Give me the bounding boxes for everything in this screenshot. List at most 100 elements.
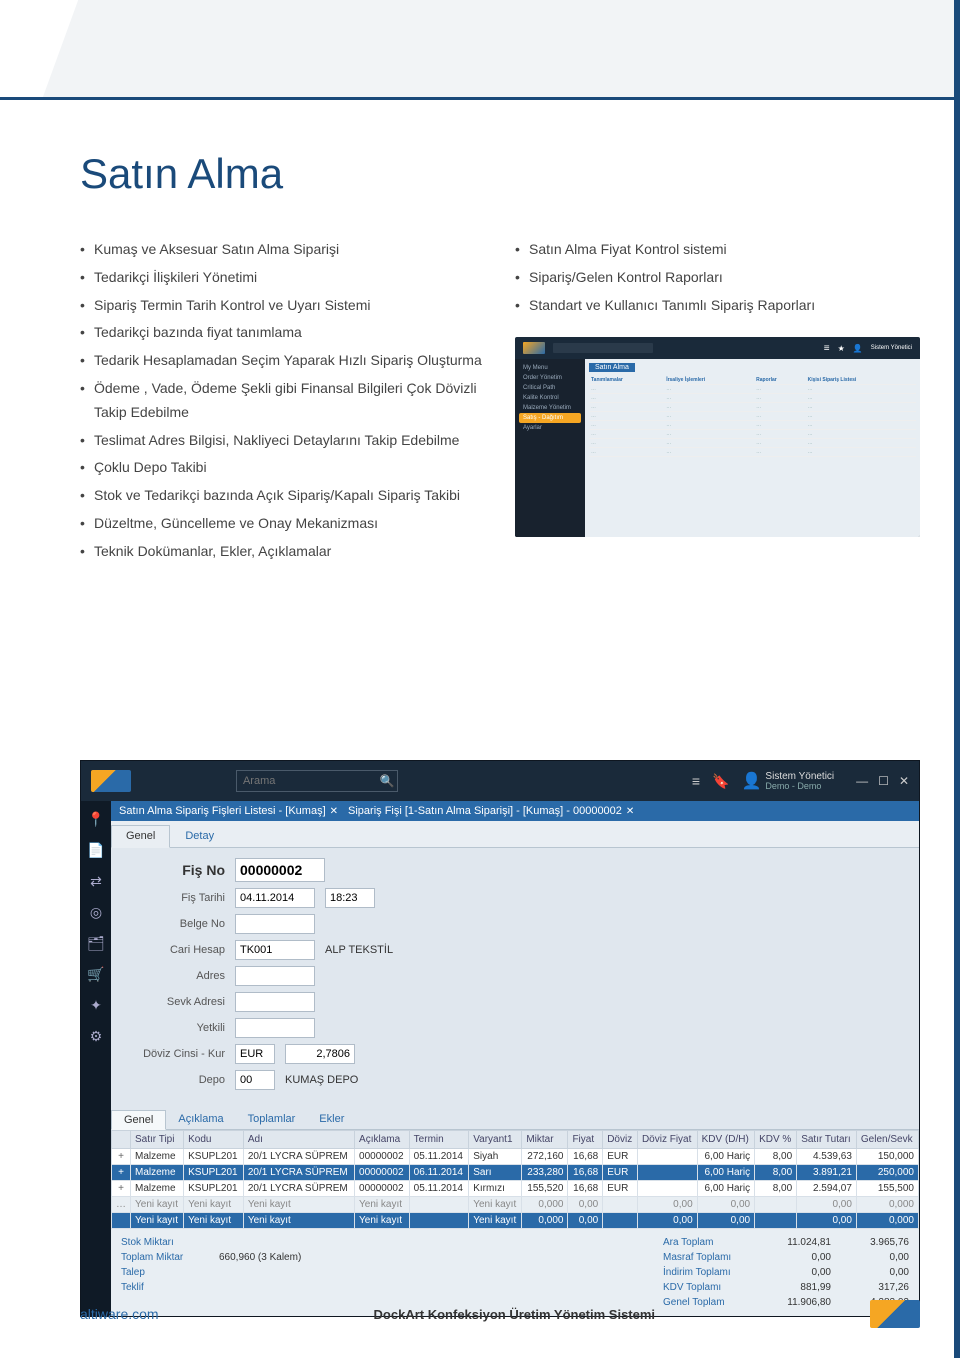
user-name: Sistem Yönetici [765,771,834,782]
cari-ad: ALP TEKSTİL [325,944,393,956]
cari-kod-input[interactable] [235,940,315,960]
search-input[interactable] [237,775,377,787]
search-icon[interactable]: 🔍 [377,774,397,788]
feature-item: Standart ve Kullanıcı Tanımlı Sipariş Ra… [515,294,920,318]
table-row-new[interactable]: Yeni kayıtYeni kayıtYeni kayıtYeni kayıt… [112,1213,919,1229]
sidebar-item[interactable]: Order Yönetim [519,373,581,383]
breadcrumb: Satın Alma [589,363,635,372]
toplam-value: 660,960 (3 Kalem) [219,1250,301,1265]
sidebar-item[interactable]: My Menu [519,363,581,373]
tab-aciklama[interactable]: Açıklama [166,1110,235,1129]
depo-kod-input[interactable] [235,1070,275,1090]
sevk-label: Sevk Adresi [125,996,225,1008]
sidebar-item[interactable]: Ayarlar [519,423,581,433]
depo-ad: KUMAŞ DEPO [285,1074,358,1086]
fis-saat-input[interactable] [325,888,375,908]
star-icon[interactable] [838,344,845,353]
material-icon[interactable]: 🗂 [87,935,105,952]
menu-icon[interactable] [824,343,830,354]
doviz-kod-input[interactable] [235,1044,275,1064]
feature-item: Satın Alma Fiyat Kontrol sistemi [515,238,920,262]
sales-icon[interactable]: ✦ [90,997,102,1014]
column-header[interactable]: Kodu [184,1131,244,1149]
tab-toplamlar[interactable]: Toplamlar [236,1110,308,1129]
tab-detay[interactable]: Detay [170,825,229,847]
fis-no-input[interactable] [235,858,325,882]
doviz-label: Döviz Cinsi - Kur [125,1048,225,1060]
tab-genel[interactable]: Genel [111,825,170,848]
path-icon[interactable]: ⇄ [90,873,102,890]
tab-genel2[interactable]: Genel [111,1110,166,1130]
cart-icon[interactable]: 🛒 [87,966,104,983]
tab-ekler[interactable]: Ekler [307,1110,356,1129]
feature-item: Ödeme , Vade, Ödeme Şekli gibi Finansal … [80,377,485,425]
column-header[interactable]: Adı [243,1131,354,1149]
column-header[interactable]: Döviz Fiyat [637,1131,697,1149]
table-row[interactable]: +MalzemeKSUPL20120/1 LYCRA SÜPREM0000000… [112,1181,919,1197]
close-icon[interactable]: ✕ [626,806,634,817]
bookmark-icon[interactable]: 🔖 [712,773,729,790]
table-row-new[interactable]: …Yeni kayıtYeni kayıtYeni kayıtYeni kayı… [112,1197,919,1213]
table-row[interactable]: +MalzemeKSUPL20120/1 LYCRA SÜPREM0000000… [112,1149,919,1165]
feature-item: Düzeltme, Güncelleme ve Onay Mekanizması [80,512,485,536]
sidebar-item[interactable]: Critical Path [519,383,581,393]
table-row[interactable]: +MalzemeKSUPL20120/1 LYCRA SÜPREM0000000… [112,1165,919,1181]
feature-item: Tedarikçi İlişkileri Yönetimi [80,266,485,290]
menu-icon[interactable]: ≡ [692,773,700,789]
column-header[interactable]: Gelen/Sevk [856,1131,918,1149]
search-box[interactable]: 🔍 [236,770,398,792]
column-header[interactable]: Satır Tipi [131,1131,184,1149]
column-header[interactable]: Satır Tutarı [797,1131,857,1149]
sidebar[interactable]: My MenuOrder YönetimCritical PathKalite … [515,359,585,537]
column-header[interactable]: KDV % [755,1131,797,1149]
column-header[interactable]: Döviz [603,1131,638,1149]
feature-list-right: Satın Alma Fiyat Kontrol sistemiSipariş/… [515,238,920,317]
page-title: Satın Alma [80,150,920,198]
total-row: İndirim Toplamı0,000,00 [663,1265,909,1280]
feature-item: Tedarikçi bazında fiyat tanımlama [80,321,485,345]
footer-logo-icon [870,1300,920,1328]
settings-icon[interactable]: ⚙ [90,1028,103,1045]
line-grid[interactable]: Satır TipiKoduAdıAçıklamaTerminVaryant1M… [111,1130,919,1229]
column-header[interactable]: KDV (D/H) [697,1131,754,1149]
yetkili-label: Yetkili [125,1022,225,1034]
fis-no-label: Fiş No [125,862,225,878]
adres-input[interactable] [235,966,315,986]
total-row: Ara Toplam11.024,813.965,76 [663,1235,909,1250]
minimize-button[interactable]: — [856,774,868,788]
column-header[interactable] [112,1131,131,1149]
belge-no-input[interactable] [235,914,315,934]
total-row: Masraf Toplamı0,000,00 [663,1250,909,1265]
close-icon[interactable]: ✕ [330,806,338,817]
sidebar-item[interactable]: Satış - Dağıtım [519,413,581,423]
quality-icon[interactable]: ◎ [90,904,102,921]
column-header[interactable]: Termin [409,1131,469,1149]
top-banner [0,0,960,100]
feature-item: Sipariş Termin Tarih Kontrol ve Uyarı Si… [80,294,485,318]
icon-sidebar[interactable]: 📍 📄 ⇄ ◎ 🗂 🛒 ✦ ⚙ [81,801,111,1316]
column-header[interactable]: Açıklama [355,1131,410,1149]
user-menu[interactable]: 👤 Sistem Yönetici Demo - Demo [742,771,835,792]
sidebar-item[interactable]: Malzeme Yönetim [519,403,581,413]
fis-tarihi-input[interactable] [235,888,315,908]
sidebar-item[interactable]: Kalite Kontrol [519,393,581,403]
user-icon[interactable] [853,344,863,353]
doc-tab-1[interactable]: Satın Alma Sipariş Fişleri Listesi - [Ku… [119,805,338,817]
close-button[interactable]: ✕ [899,774,909,788]
column-header[interactable]: Varyant1 [469,1131,522,1149]
column-header[interactable]: Fiyat [568,1131,603,1149]
footer-product: DockArt Konfeksiyon Üretim Yönetim Siste… [374,1307,656,1322]
column-header[interactable]: Miktar [522,1131,568,1149]
sevk-input[interactable] [235,992,315,1012]
orders-icon[interactable]: 📄 [87,842,104,859]
pin-icon[interactable]: 📍 [87,811,104,828]
right-border [954,0,960,1358]
doc-tab-2[interactable]: Sipariş Fişi [1-Satın Alma Siparişi] - [… [348,805,634,817]
talep-label: Talep [121,1265,211,1280]
feature-item: Stok ve Tedarikçi bazında Açık Sipariş/K… [80,484,485,508]
search-input[interactable] [553,343,653,353]
total-row: KDV Toplamı881,99317,26 [663,1280,909,1295]
doviz-kur-input[interactable] [285,1044,355,1064]
yetkili-input[interactable] [235,1018,315,1038]
maximize-button[interactable]: ☐ [878,774,889,788]
